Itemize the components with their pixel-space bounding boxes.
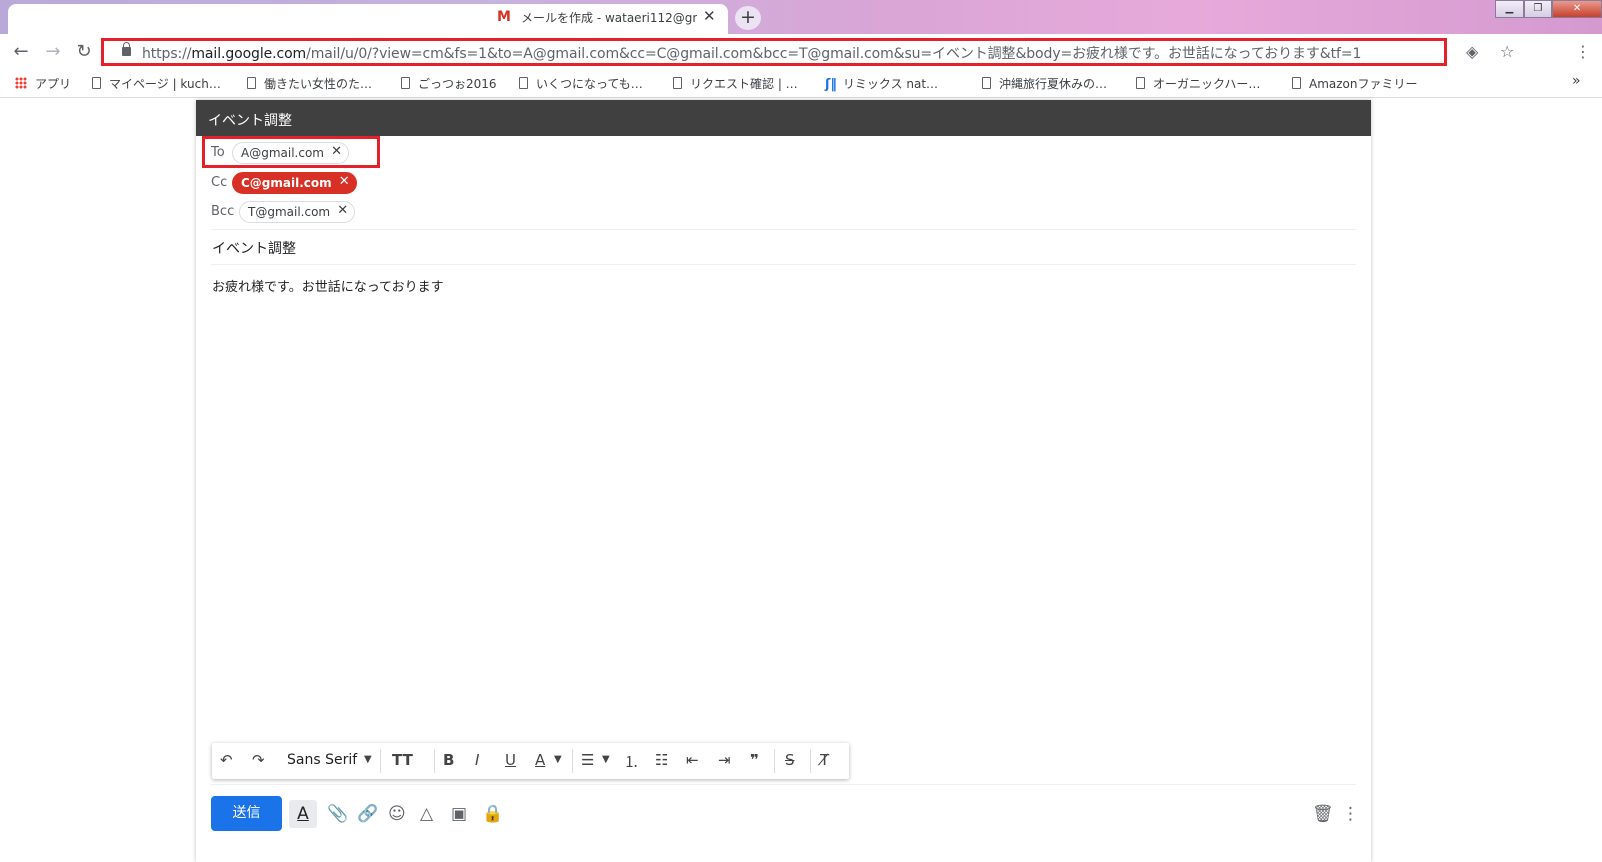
confidential-mode-icon[interactable]: 🔒: [482, 804, 503, 824]
bookmark-apps[interactable]: アプリ: [15, 75, 71, 92]
divider: [774, 749, 775, 773]
redo-icon[interactable]: ↷: [252, 751, 265, 769]
address-bar[interactable]: https://mail.google.com/mail/u/0/?view=c…: [101, 38, 1447, 66]
page-icon: [401, 77, 410, 89]
bcc-label: Bcc: [211, 204, 235, 219]
site-logo-icon: ʃ‖: [825, 77, 837, 92]
chevron-down-icon[interactable]: ▼: [602, 754, 610, 765]
chevron-down-icon[interactable]: ▼: [554, 754, 562, 765]
align-icon[interactable]: ☰: [581, 751, 594, 769]
bookmark-item[interactable]: リクエスト確認 | …: [673, 75, 798, 92]
browser-menu-icon[interactable]: ⋮: [1575, 42, 1591, 61]
bookmark-item[interactable]: 沖縄旅行夏休みの…: [982, 75, 1107, 92]
trash-icon[interactable]: 🗑: [1312, 804, 1334, 824]
page-icon: [982, 77, 991, 89]
emoji-icon[interactable]: ☺: [388, 804, 406, 824]
lock-icon: [122, 42, 131, 56]
font-select[interactable]: Sans Serif: [287, 752, 357, 768]
insert-photo-icon[interactable]: ▣: [451, 804, 467, 824]
indent-more-icon[interactable]: ⇥: [718, 751, 731, 769]
back-arrow-icon[interactable]: ←: [9, 40, 33, 64]
bookmark-item[interactable]: いくつになっても…: [519, 75, 643, 92]
url-text[interactable]: https://mail.google.com/mail/u/0/?view=c…: [142, 43, 1361, 63]
message-body[interactable]: お疲れ様です。お世話になっております: [212, 276, 444, 295]
bookmarks-bar: アプリ マイページ | kuch… 働きたい女性のた… ごっつぉ2016 いくつ…: [0, 70, 1602, 98]
bookmark-star-icon[interactable]: ☆: [1500, 42, 1514, 61]
cc-label: Cc: [211, 175, 228, 190]
page-icon: [519, 77, 528, 89]
remove-recipient-icon[interactable]: ✕: [331, 144, 342, 159]
apps-grid-icon: [15, 77, 27, 89]
gmail-icon: M: [497, 9, 511, 25]
numbered-list-icon[interactable]: ⒈: [624, 751, 639, 772]
font-size-icon[interactable]: TT: [392, 751, 413, 769]
divider: [211, 264, 1356, 265]
divider: [380, 749, 381, 773]
indent-less-icon[interactable]: ⇤: [686, 751, 699, 769]
divider: [810, 749, 811, 773]
to-recipient-chip[interactable]: A@gmail.com ✕: [232, 142, 349, 164]
forward-arrow-icon[interactable]: →: [41, 40, 65, 64]
google-drive-icon[interactable]: △: [420, 804, 433, 824]
italic-icon[interactable]: I: [475, 751, 479, 769]
underline-icon[interactable]: U: [505, 751, 516, 769]
restore-icon[interactable]: ❐: [1523, 0, 1553, 18]
minimize-icon[interactable]: ▁: [1495, 0, 1524, 18]
formatting-options-icon[interactable]: A: [289, 800, 317, 828]
cc-recipient-chip[interactable]: C@gmail.com ✕: [232, 172, 357, 194]
to-label: To: [211, 145, 225, 160]
tab-close-icon[interactable]: ✕: [703, 7, 716, 25]
page-icon: [92, 77, 101, 89]
bookmark-item[interactable]: ごっつぉ2016: [401, 75, 497, 92]
bold-icon[interactable]: B: [443, 751, 454, 769]
remove-formatting-icon[interactable]: T̸: [820, 751, 829, 769]
remove-recipient-icon[interactable]: ✕: [339, 174, 350, 189]
compose-window: イベント調整 To A@gmail.com ✕ Cc C@gmail.com ✕ B…: [196, 100, 1371, 862]
bookmark-item[interactable]: オーガニックハー…: [1136, 75, 1260, 92]
quote-icon[interactable]: ❞: [750, 751, 759, 769]
page-icon: [1136, 77, 1145, 89]
window-controls: ▁ ❐ ✕: [1495, 0, 1602, 20]
bookmarks-overflow-icon[interactable]: »: [1572, 73, 1581, 89]
send-button[interactable]: 送信: [211, 796, 282, 831]
divider: [572, 749, 573, 773]
chevron-down-icon[interactable]: ▼: [364, 754, 372, 765]
bcc-recipient-chip[interactable]: T@gmail.com ✕: [239, 201, 356, 223]
page-icon: [247, 77, 256, 89]
formatting-toolbar: ↶ ↷ Sans Serif ▼ TT B I U A ▼ ☰ ▼ ⒈ ☷ ⇤ …: [212, 743, 849, 779]
divider: [211, 229, 1356, 230]
text-color-icon[interactable]: A: [535, 751, 545, 769]
bookmark-item[interactable]: ʃ‖ リミックス nat…: [825, 75, 938, 92]
reload-icon[interactable]: ↻: [72, 40, 96, 64]
bookmark-item[interactable]: 働きたい女性のた…: [247, 75, 372, 92]
remove-recipient-icon[interactable]: ✕: [337, 203, 348, 218]
divider: [211, 784, 1356, 785]
attach-file-icon[interactable]: 📎: [327, 804, 348, 824]
compose-title: イベント調整: [196, 100, 1371, 136]
browser-toolbar: ← → ↻ https://mail.google.com/mail/u/0/?…: [0, 34, 1602, 70]
bulleted-list-icon[interactable]: ☷: [655, 751, 668, 769]
more-options-icon[interactable]: ⋮: [1342, 804, 1359, 824]
bookmark-item[interactable]: Amazonファミリー: [1292, 75, 1418, 92]
strikethrough-icon[interactable]: S: [785, 751, 795, 769]
subject-field[interactable]: イベント調整: [212, 238, 296, 258]
extension-icon[interactable]: ◈: [1466, 42, 1478, 61]
insert-link-icon[interactable]: 🔗: [357, 804, 378, 824]
tab-title: メールを作成 - wataeri112@gmail.com: [521, 11, 697, 25]
tab-strip: M メールを作成 - wataeri112@gmail.com ✕ + ▁ ❐ …: [0, 0, 1602, 34]
page-icon: [673, 77, 682, 89]
window-close-icon[interactable]: ✕: [1552, 0, 1602, 18]
undo-icon[interactable]: ↶: [220, 751, 233, 769]
bookmark-item[interactable]: マイページ | kuch…: [92, 75, 221, 92]
new-tab-button[interactable]: +: [735, 6, 761, 30]
divider: [434, 749, 435, 773]
page-icon: [1292, 77, 1301, 89]
